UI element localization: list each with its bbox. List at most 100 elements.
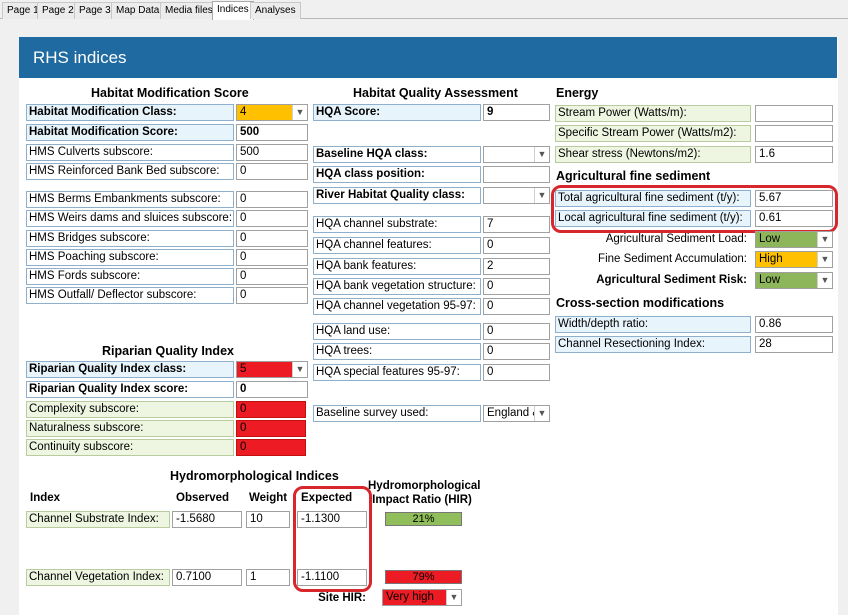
hms-class-value: 4	[240, 106, 247, 118]
rqi-class-select[interactable]: 5 ▼	[236, 361, 308, 378]
hydro-title: Hydromorphological Indices	[170, 469, 339, 483]
rqi-class-label: Riparian Quality Index class:	[26, 361, 234, 378]
chevron-down-icon[interactable]: ▼	[292, 362, 307, 377]
sediment-accumulation-label: Fine Sediment Accumulation:	[598, 253, 747, 265]
hms-poaching-label: HMS Poaching subscore:	[26, 249, 234, 266]
rqi-complexity-field[interactable]: 0	[236, 401, 306, 418]
hms-class-select[interactable]: 4 ▼	[236, 104, 308, 121]
tab-page-2[interactable]: Page 2	[37, 2, 79, 19]
chevron-down-icon[interactable]: ▼	[292, 105, 307, 120]
channel-substrate-weight[interactable]: 10	[246, 511, 290, 528]
hqa-bank-vegetation-field[interactable]: 0	[483, 278, 550, 295]
hms-score-field[interactable]: 500	[236, 124, 308, 141]
width-depth-field[interactable]: 0.86	[755, 316, 833, 333]
hqa-land-use-field[interactable]: 0	[483, 323, 550, 340]
hqa-river-class-label: River Habitat Quality class:	[313, 187, 481, 204]
hms-fords-label: HMS Fords subscore:	[26, 268, 234, 285]
resectioning-field[interactable]: 28	[755, 336, 833, 353]
col-weight: Weight	[249, 492, 288, 504]
hms-class-label: Habitat Modification Class:	[26, 104, 234, 121]
col-hir: Hydromorphological Impact Ratio (HIR)	[368, 480, 481, 506]
hms-outfall-field[interactable]: 0	[236, 287, 308, 304]
rqi-continuity-label: Continuity subscore:	[26, 439, 234, 456]
chevron-down-icon[interactable]: ▼	[817, 273, 832, 288]
channel-substrate-hir: 21%	[385, 512, 462, 526]
chevron-down-icon[interactable]: ▼	[817, 252, 832, 267]
hqa-channel-vegetation-label: HQA channel vegetation 95-97:	[313, 298, 481, 315]
sediment-accumulation-select[interactable]: High ▼	[755, 251, 833, 268]
sediment-load-select[interactable]: Low ▼	[755, 231, 833, 248]
width-depth-label: Width/depth ratio:	[555, 316, 751, 333]
specific-stream-power-field[interactable]	[755, 125, 833, 142]
hqa-channel-substrate-field[interactable]: 7	[483, 216, 550, 233]
rqi-continuity-field[interactable]: 0	[236, 439, 306, 456]
hqa-special-features-field[interactable]: 0	[483, 364, 550, 381]
rqi-score-label: Riparian Quality Index score:	[26, 381, 234, 398]
tab-indices[interactable]: Indices	[212, 1, 254, 20]
hms-reinforced-field[interactable]: 0	[236, 163, 308, 180]
channel-vegetation-hir: 79%	[385, 570, 462, 584]
channel-substrate-observed[interactable]: -1.5680	[172, 511, 242, 528]
hqa-trees-label: HQA trees:	[313, 343, 481, 360]
specific-stream-power-label: Specific Stream Power (Watts/m2):	[555, 125, 751, 142]
sediment-title: Agricultural fine sediment	[556, 169, 711, 183]
chevron-down-icon[interactable]: ▼	[817, 232, 832, 247]
tab-media-files[interactable]: Media files	[160, 2, 218, 19]
sediment-risk-select[interactable]: Low ▼	[755, 272, 833, 289]
hms-berms-label: HMS Berms Embankments subscore:	[26, 191, 234, 208]
hqa-channel-features-label: HQA channel features:	[313, 237, 481, 254]
rqi-title: Riparian Quality Index	[102, 344, 234, 358]
channel-vegetation-weight[interactable]: 1	[246, 569, 290, 586]
chevron-down-icon[interactable]: ▼	[534, 406, 549, 421]
hms-weirs-label: HMS Weirs dams and sluices subscore:	[26, 210, 234, 227]
hqa-baseline-class-label: Baseline HQA class:	[313, 146, 481, 163]
hqa-bank-features-label: HQA bank features:	[313, 258, 481, 275]
chevron-down-icon[interactable]: ▼	[446, 590, 461, 605]
rqi-class-value: 5	[240, 363, 247, 375]
hqa-bank-features-field[interactable]: 2	[483, 258, 550, 275]
hms-bridges-field[interactable]: 0	[236, 230, 308, 247]
hqa-trees-field[interactable]: 0	[483, 343, 550, 360]
col-index: Index	[30, 492, 61, 504]
hms-culverts-label: HMS Culverts subscore:	[26, 144, 234, 161]
baseline-survey-label: Baseline survey used:	[313, 405, 481, 422]
rqi-complexity-label: Complexity subscore:	[26, 401, 234, 418]
sediment-risk-value: Low	[759, 274, 781, 286]
hqa-score-field[interactable]: 9	[483, 104, 550, 121]
baseline-survey-select[interactable]: England & ▼	[483, 405, 550, 422]
chevron-down-icon[interactable]: ▼	[534, 188, 549, 203]
shear-stress-field[interactable]: 1.6	[755, 146, 833, 163]
shear-stress-label: Shear stress (Newtons/m2):	[555, 146, 751, 163]
sediment-risk-label: Agricultural Sediment Risk:	[596, 274, 747, 286]
hms-culverts-field[interactable]: 500	[236, 144, 308, 161]
baseline-survey-value: England &	[487, 407, 541, 419]
chevron-down-icon[interactable]: ▼	[534, 147, 549, 162]
hms-reinforced-label: HMS Reinforced Bank Bed subscore:	[26, 163, 234, 180]
hqa-baseline-class-select[interactable]: ▼	[483, 146, 550, 163]
channel-vegetation-observed[interactable]: 0.7100	[172, 569, 242, 586]
hqa-river-class-select[interactable]: ▼	[483, 187, 550, 204]
tab-analyses[interactable]: Analyses	[250, 2, 301, 19]
hqa-channel-substrate-label: HQA channel substrate:	[313, 216, 481, 233]
hqa-score-label: HQA Score:	[313, 104, 481, 121]
resectioning-label: Channel Resectioning Index:	[555, 336, 751, 353]
hms-poaching-field[interactable]: 0	[236, 249, 308, 266]
hms-fords-field[interactable]: 0	[236, 268, 308, 285]
hms-berms-field[interactable]: 0	[236, 191, 308, 208]
hqa-class-position-label: HQA class position:	[313, 166, 481, 183]
hqa-channel-vegetation-field[interactable]: 0	[483, 298, 550, 315]
site-hir-select[interactable]: Very high ▼	[382, 589, 462, 606]
sediment-load-label: Agricultural Sediment Load:	[605, 233, 747, 245]
tab-page-3[interactable]: Page 3	[74, 2, 116, 19]
hms-score-label: Habitat Modification Score:	[26, 124, 234, 141]
channel-vegetation-label: Channel Vegetation Index:	[26, 569, 170, 586]
hqa-class-position-field[interactable]	[483, 166, 550, 183]
hms-weirs-field[interactable]: 0	[236, 210, 308, 227]
stream-power-field[interactable]	[755, 105, 833, 122]
rqi-naturalness-field[interactable]: 0	[236, 420, 306, 437]
tab-map-data[interactable]: Map Data	[111, 2, 165, 19]
rqi-score-field[interactable]: 0	[236, 381, 308, 398]
hqa-land-use-label: HQA land use:	[313, 323, 481, 340]
sediment-accumulation-value: High	[759, 253, 783, 265]
hqa-channel-features-field[interactable]: 0	[483, 237, 550, 254]
